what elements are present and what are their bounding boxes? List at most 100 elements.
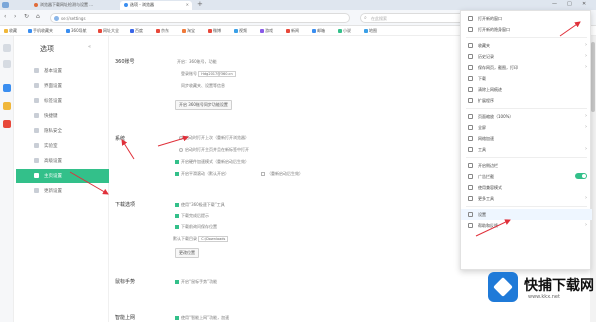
bookmark-item[interactable]: 京东: [156, 28, 169, 34]
rail-app-icon[interactable]: [3, 84, 11, 92]
menu-item-clear[interactable]: 清除上网痕迹: [461, 84, 592, 95]
smart-option[interactable]: 使用“智能上网”功能，加速: [175, 315, 229, 321]
tab-close-icon[interactable]: ✕: [186, 2, 189, 7]
watermark-url: www.kkx.net: [528, 294, 560, 300]
menu-item-tools[interactable]: 工具 ›: [461, 144, 592, 155]
shield-icon: [468, 174, 473, 179]
bookmark-item[interactable]: 百度: [130, 28, 143, 34]
gear-icon: [468, 212, 473, 217]
checkbox[interactable]: [175, 172, 179, 176]
menu-item-favorites[interactable]: 收藏夹 ›: [461, 40, 592, 51]
back-icon[interactable]: ‹: [4, 13, 6, 20]
forward-icon[interactable]: ›: [14, 13, 16, 20]
minimize-button[interactable]: —: [552, 1, 557, 7]
sidebar-item-update[interactable]: 更新设置: [16, 184, 109, 198]
rail-app-icon[interactable]: [3, 120, 11, 128]
browser-logo-icon[interactable]: [2, 2, 9, 8]
bookmark-item[interactable]: 游戏: [260, 28, 273, 34]
checkbox[interactable]: [175, 214, 179, 218]
address-input[interactable]: se://settings: [50, 13, 350, 23]
checkbox[interactable]: [175, 316, 179, 320]
checkbox[interactable]: [175, 280, 179, 284]
sidebar-collapse-button[interactable]: «: [88, 44, 91, 50]
menu-item-settings[interactable]: 设置: [461, 209, 592, 220]
menu-item-history[interactable]: 历史记录 ›: [461, 51, 592, 62]
bookmark-item[interactable]: 新闻: [286, 28, 299, 34]
tab-active-settings[interactable]: 选项 - 浏览器 ✕: [120, 1, 192, 10]
system-option[interactable]: 开启硬件加速模式（重新启动后生效）: [175, 159, 249, 165]
system-option[interactable]: 启动时打开上次（重新打开浏览器）: [179, 135, 249, 141]
address-text: se://settings: [61, 16, 86, 21]
checkbox[interactable]: [175, 203, 179, 207]
bookmark-item[interactable]: 视频: [234, 28, 247, 34]
menu-item-incognito[interactable]: 打开新的隐身窗口: [461, 24, 592, 35]
menu-item-download[interactable]: 下载: [461, 73, 592, 84]
sidebar-item-basic[interactable]: 基本设置: [16, 64, 109, 78]
menu-item-more-tools[interactable]: 更多工具 ›: [461, 193, 592, 204]
refresh-icon[interactable]: ↻: [24, 13, 29, 20]
close-window-button[interactable]: ✕: [582, 1, 586, 7]
sidebar-item-shortcuts[interactable]: 快捷键: [16, 109, 109, 123]
bookmark-item[interactable]: 收藏: [4, 28, 17, 34]
new-tab-button[interactable]: +: [197, 0, 203, 8]
bookmark-item[interactable]: 手机收藏夹: [28, 28, 53, 34]
menu-item-adblock[interactable]: 广告拦截: [461, 171, 592, 182]
chevron-right-icon: ›: [585, 146, 587, 152]
download-option[interactable]: 使用“360极速下载”工具: [175, 202, 225, 208]
system-option[interactable]: 开启平滑滚动（默认开启）: [175, 171, 229, 177]
menu-item-new-window[interactable]: 打开新的窗口: [461, 13, 592, 24]
bookmark-item[interactable]: 淘宝: [182, 28, 195, 34]
bookmark-item[interactable]: 地图: [364, 28, 377, 34]
bookmark-icon: [208, 29, 212, 33]
gesture-option[interactable]: 开启“鼠标手势”功能: [175, 279, 217, 285]
help-icon: [468, 223, 473, 228]
tab-inactive[interactable]: 浏览器下载网址检测与设置 ...: [30, 1, 120, 10]
change-location-button[interactable]: 更改位置: [175, 248, 199, 258]
sidebar-item-homepage[interactable]: 主页设置: [16, 169, 109, 183]
sidebar-item-lab[interactable]: 实验室: [16, 139, 109, 153]
sidebar-item-privacy[interactable]: 隐私安全: [16, 124, 109, 138]
download-dir-select[interactable]: C:\Downloads: [198, 236, 229, 242]
account-sync-button[interactable]: 开启 360账号同步功能设置: [175, 100, 232, 110]
sidebar-item-advanced[interactable]: 高级设置: [16, 154, 109, 168]
menu-item-save[interactable]: 保存网页，截图，打印 ›: [461, 62, 592, 73]
menu-item-zoom[interactable]: 页面缩放（100%） ›: [461, 111, 592, 122]
maximize-button[interactable]: □: [567, 1, 572, 7]
history-icon: [468, 54, 473, 59]
account-field[interactable]: Hdg2017@360.cn: [198, 71, 236, 77]
bookmark-item[interactable]: 微博: [208, 28, 221, 34]
download-option[interactable]: 下载完成后提示: [175, 213, 209, 219]
radio-button[interactable]: [179, 148, 183, 152]
menu-item-fullscreen[interactable]: 全屏 ›: [461, 122, 592, 133]
section-title-gesture: 鼠标手势: [115, 279, 136, 285]
menu-item-compat[interactable]: 使用兼容模式: [461, 182, 592, 193]
account-sync-text: 同步收藏夹、设置等信息: [181, 83, 225, 88]
checkbox[interactable]: [261, 172, 265, 176]
rail-add-icon[interactable]: [3, 60, 11, 68]
rail-app-icon[interactable]: [3, 102, 11, 110]
download-option[interactable]: 下载前询问保存位置: [175, 224, 217, 230]
checkbox[interactable]: [175, 160, 179, 164]
search-input[interactable]: ⌕ 在此搜索: [360, 13, 475, 23]
menu-item-help[interactable]: 帮助和反馈 ›: [461, 220, 592, 231]
bookmark-item[interactable]: 网址大全: [98, 28, 119, 34]
bookmark-item[interactable]: 360导航: [66, 28, 87, 34]
bookmark-item[interactable]: 小说: [338, 28, 351, 34]
radio-button[interactable]: [179, 136, 183, 140]
system-option[interactable]: （重新启动后生效）: [261, 171, 303, 177]
menu-item-sidebar[interactable]: 开启侧边栏: [461, 160, 592, 171]
bookmark-item[interactable]: 邮箱: [312, 28, 325, 34]
sidebar-item-interface[interactable]: 界面设置: [16, 79, 109, 93]
bookmark-icon: [364, 29, 368, 33]
menu-item-extensions[interactable]: 扩展程序: [461, 95, 592, 106]
home-icon[interactable]: ⌂: [36, 13, 40, 20]
sidebar-item-icon: [34, 98, 39, 103]
sidebar-item-tabs[interactable]: 标签设置: [16, 94, 109, 108]
adblock-toggle[interactable]: [575, 173, 587, 179]
system-option[interactable]: 启动时打开主页并且在新标签中打开: [179, 147, 249, 153]
rail-home-icon[interactable]: [3, 44, 11, 52]
menu-item-accelerate[interactable]: 网络加速: [461, 133, 592, 144]
bookmark-icon: [4, 29, 8, 33]
account-login-row: 登录账号 Hdg2017@360.cn: [181, 71, 236, 77]
checkbox[interactable]: [175, 225, 179, 229]
